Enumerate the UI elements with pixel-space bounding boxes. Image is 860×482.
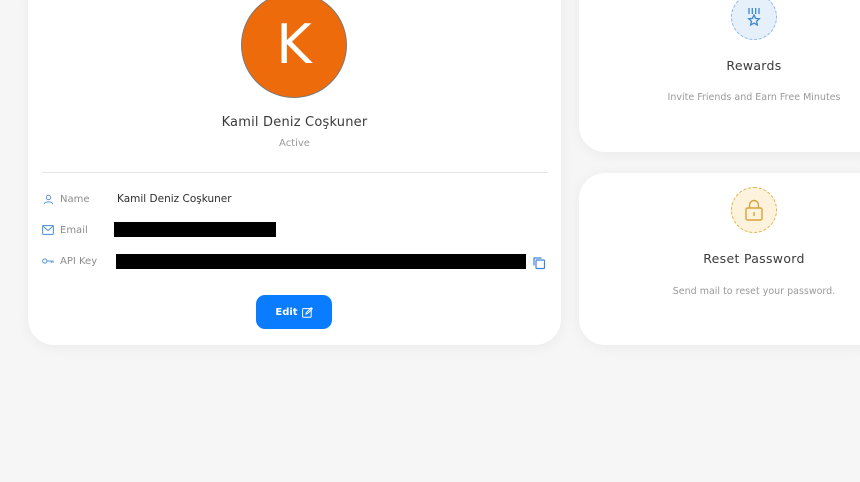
profile-card: K Kamil Deniz Coşkuner Active Name Kamil… [28, 0, 561, 345]
name-value: Kamil Deniz Coşkuner [117, 193, 232, 205]
email-value-redacted [114, 222, 276, 237]
api-key-value-redacted [116, 254, 526, 269]
rewards-subtitle: Invite Friends and Earn Free Minutes [667, 92, 841, 103]
edit-icon [301, 306, 313, 318]
status-label: Active [279, 138, 310, 149]
copy-icon[interactable] [532, 255, 546, 270]
rewards-card[interactable]: Rewards Invite Friends and Earn Free Min… [579, 0, 860, 152]
avatar: K [241, 0, 347, 98]
rewards-icon [731, 0, 777, 40]
reset-password-subtitle: Send mail to reset your password. [672, 286, 836, 297]
api-key-row: API Key [42, 253, 117, 269]
name-label: Name [60, 193, 90, 205]
profile-name: Kamil Deniz Coşkuner [221, 115, 368, 130]
key-icon [42, 255, 54, 267]
user-icon [42, 193, 54, 205]
reset-password-title: Reset Password [703, 251, 805, 266]
mail-icon [42, 224, 54, 236]
rewards-title: Rewards [726, 58, 782, 73]
edit-button[interactable]: Edit [256, 295, 332, 329]
divider [42, 172, 548, 173]
email-label: Email [60, 224, 88, 236]
name-row: Name Kamil Deniz Coşkuner [42, 191, 232, 207]
reset-password-card[interactable]: Reset Password Send mail to reset your p… [579, 173, 860, 345]
lock-icon [731, 187, 777, 233]
edit-button-label: Edit [275, 306, 298, 318]
api-key-label: API Key [60, 255, 98, 267]
avatar-letter: K [276, 13, 312, 76]
email-row: Email [42, 222, 117, 238]
